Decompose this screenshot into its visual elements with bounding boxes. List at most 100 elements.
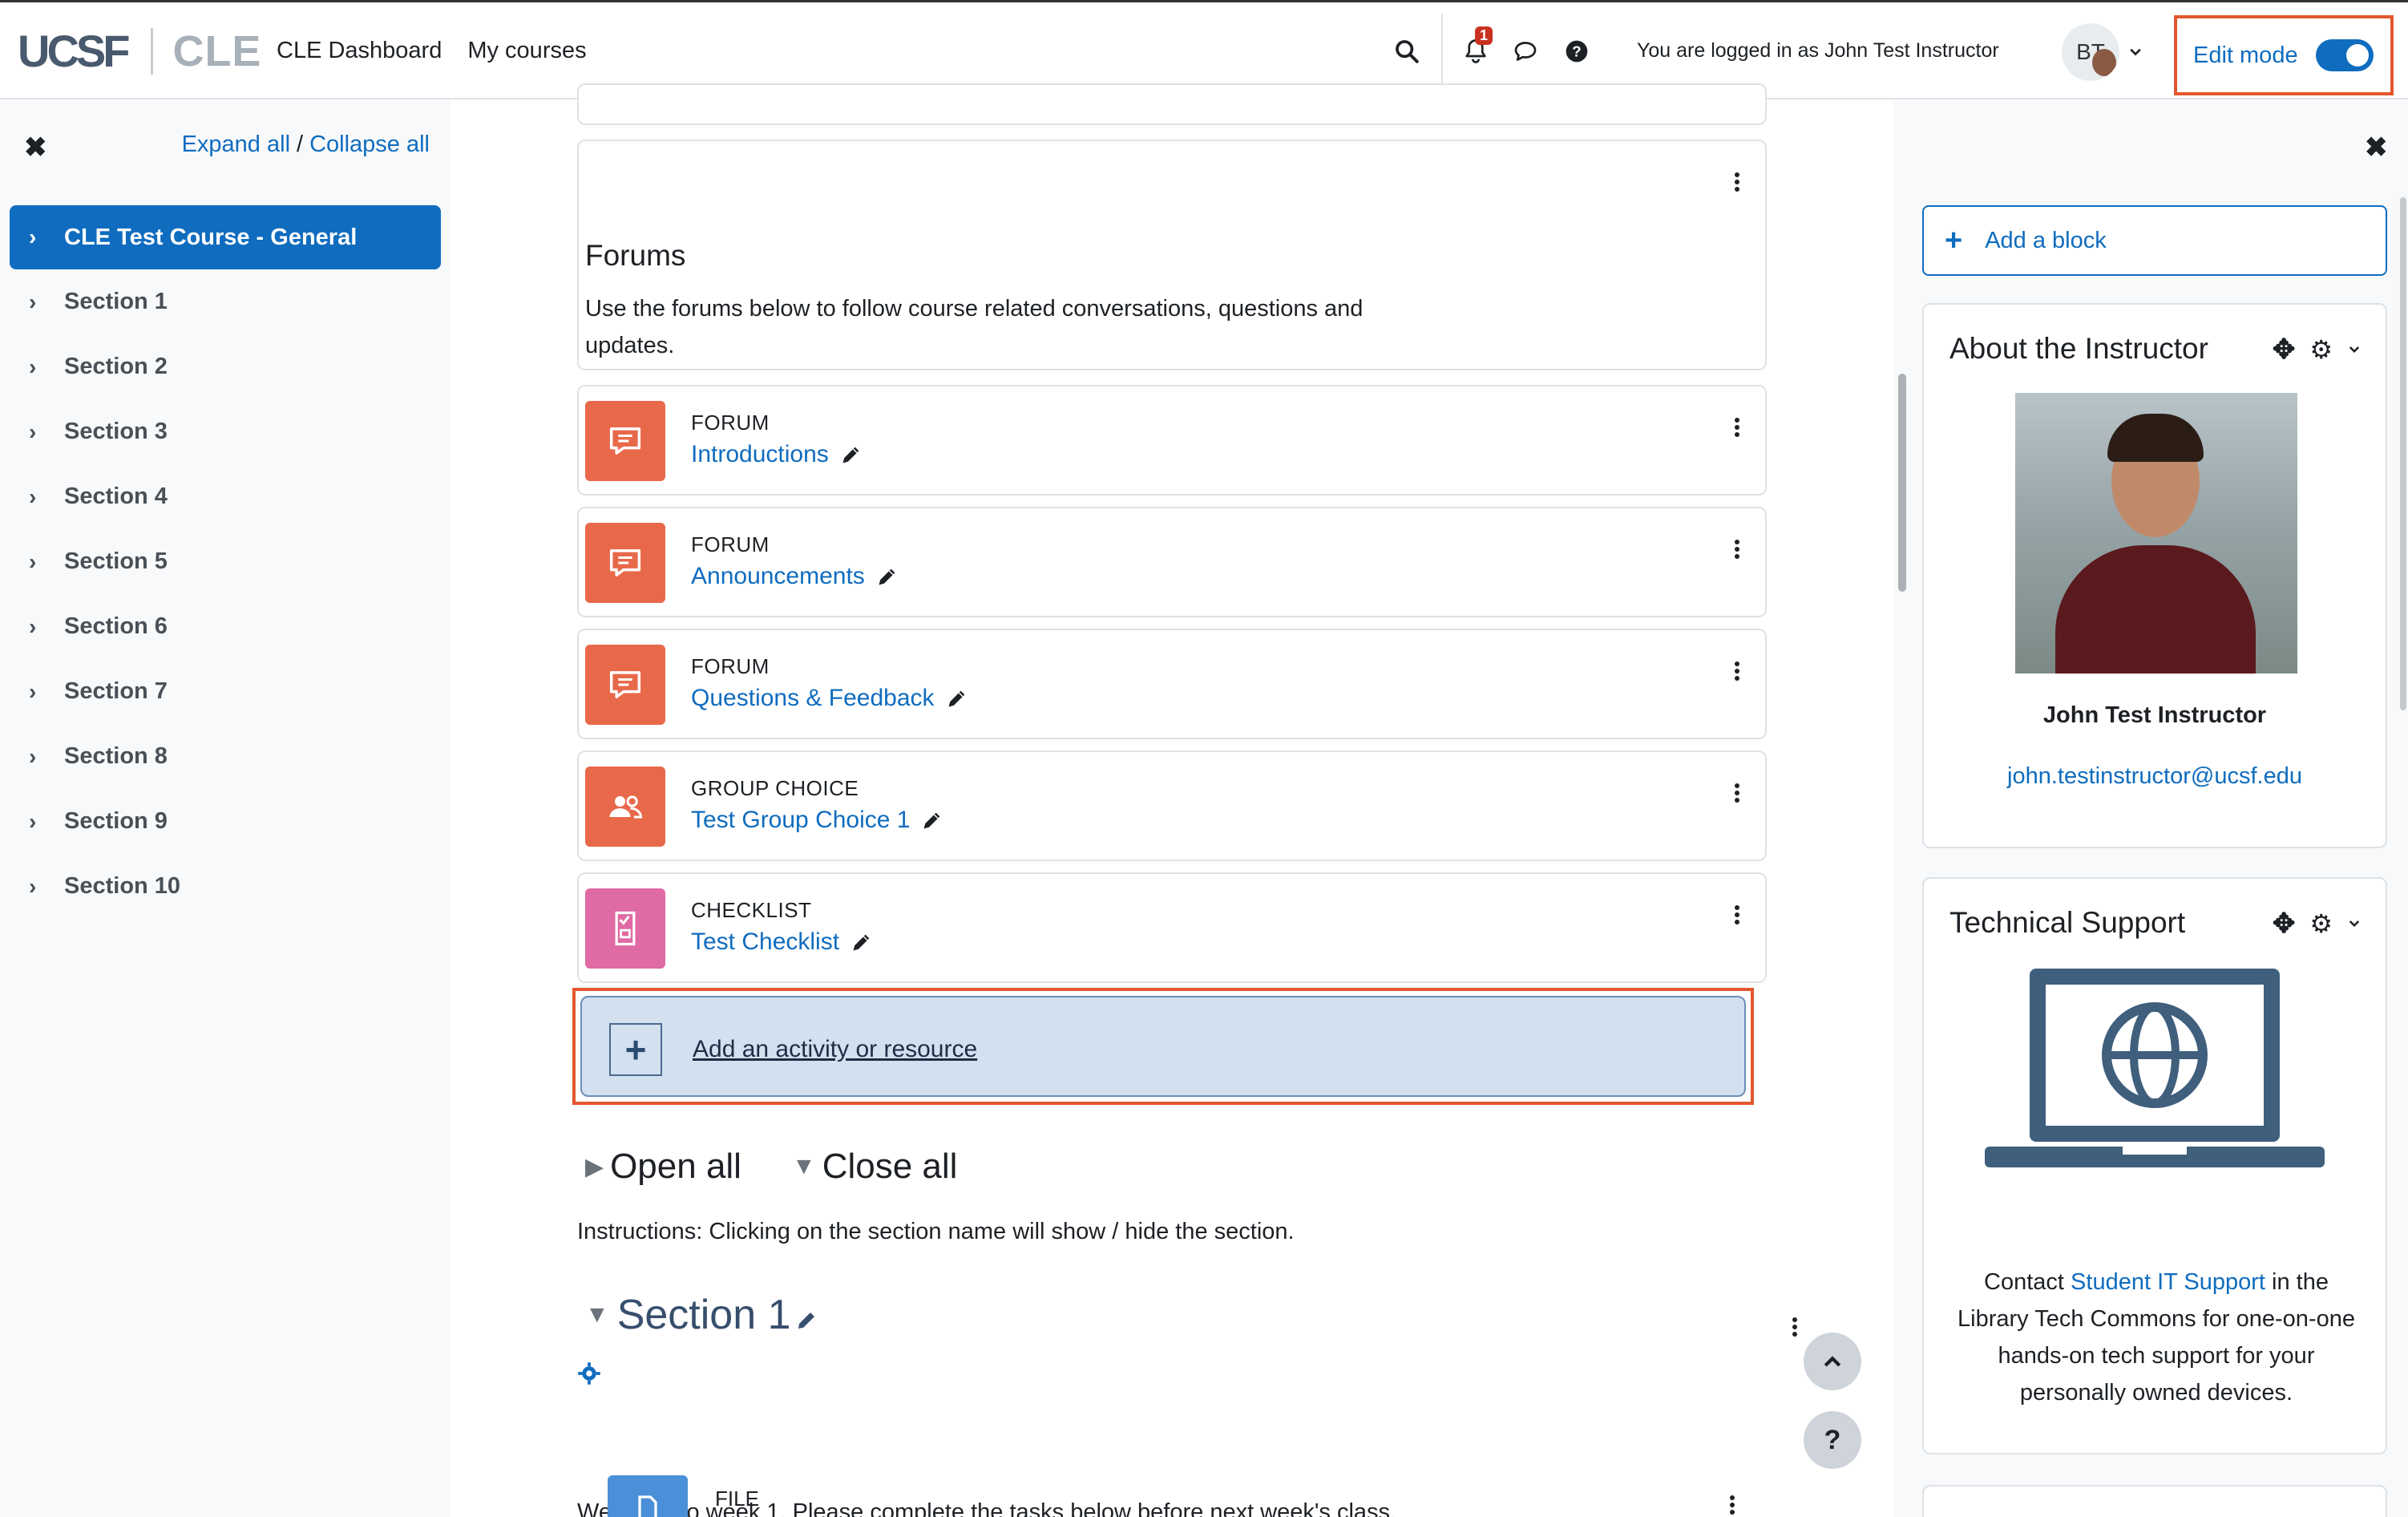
course-index-item-label: Section 7 [64, 678, 168, 704]
activity-actions-icon[interactable] [1733, 903, 1741, 927]
chevron-right-icon: › [29, 808, 37, 834]
course-index-item[interactable]: › Section 2 [10, 334, 441, 399]
file-icon [608, 1475, 688, 1517]
technical-support-block: Technical Support ✥ ⚙ Contact Student IT… [1922, 877, 2387, 1454]
add-block-button[interactable]: + Add a block [1922, 205, 2387, 276]
help-button[interactable]: ? [1804, 1411, 1861, 1469]
chevron-right-icon: › [29, 289, 37, 314]
activity-actions-icon[interactable] [1733, 537, 1741, 561]
course-index-item[interactable]: › Section 10 [10, 854, 441, 919]
logo-separator [151, 27, 154, 75]
activity-link[interactable]: Test Group Choice 1 [691, 807, 910, 834]
open-all-button[interactable]: ▶ Open all [585, 1147, 741, 1187]
activity-card: FORUM Announcements [577, 507, 1767, 617]
chevron-down-icon[interactable] [2347, 342, 2362, 357]
block-controls: ✥ ⚙ [2273, 908, 2362, 940]
course-index-item[interactable]: › Section 8 [10, 724, 441, 789]
course-index-item[interactable]: › Section 4 [10, 464, 441, 529]
course-index-item-label: Section 1 [64, 289, 168, 314]
course-index-item-label: CLE Test Course - General [64, 224, 358, 250]
edit-pencil-icon[interactable] [840, 443, 863, 466]
chevron-right-icon: › [29, 483, 37, 509]
course-index-item-label: Section 2 [64, 354, 168, 379]
chevron-down-icon[interactable] [2347, 916, 2362, 931]
support-text-before: Contact [1984, 1269, 2071, 1295]
logo-ucsf: UCSF [18, 26, 130, 76]
user-menu[interactable]: BT [2062, 23, 2143, 81]
activity-type: FORUM [691, 654, 770, 678]
activity-actions-icon[interactable] [1733, 415, 1741, 439]
gear-icon[interactable]: ⚙ [2309, 908, 2333, 939]
edit-pencil-icon[interactable] [850, 931, 873, 953]
activity-actions-icon[interactable] [1733, 781, 1741, 805]
notifications-bell-icon[interactable]: 1 [1457, 26, 1494, 70]
course-index-drawer: ✖ Expand all / Collapse all › CLE Test Cour… [0, 99, 450, 1517]
forum-icon [585, 645, 665, 725]
course-index-item-label: Section 8 [64, 743, 168, 769]
edit-pencil-icon[interactable] [946, 687, 968, 710]
course-index-item[interactable]: › Section 1 [10, 269, 441, 334]
edit-mode-toggle[interactable]: Edit mode [2174, 15, 2394, 95]
add-activity-or-resource-button[interactable]: + Add an activity or resource [580, 996, 1746, 1097]
activity-name-row: Announcements [691, 563, 899, 590]
nav-my-courses[interactable]: My courses [467, 38, 586, 64]
close-block-drawer-icon[interactable]: ✖ [2365, 131, 2388, 164]
activity-link[interactable]: Announcements [691, 563, 865, 590]
messages-bubble-icon[interactable] [1507, 33, 1544, 70]
edit-pencil-icon[interactable] [921, 809, 943, 831]
section-collapse-triangle-icon: ▼ [585, 1301, 609, 1328]
activity-type: CHECKLIST [691, 898, 812, 922]
site-logo[interactable]: UCSF CLE [18, 25, 261, 77]
expand-all-link[interactable]: Expand all [182, 131, 290, 157]
block-controls: ✥ ⚙ [2273, 334, 2362, 366]
expand-collapse-links: Expand all / Collapse all [182, 131, 430, 158]
back-to-top-button[interactable] [1804, 1333, 1861, 1390]
instructor-name: John Test Instructor [2042, 702, 2267, 728]
activity-link[interactable]: Introductions [691, 441, 829, 468]
course-index-item[interactable]: › Section 9 [10, 789, 441, 854]
main-scrollbar[interactable] [1898, 374, 1906, 592]
chevron-up-icon [1824, 1356, 1841, 1367]
edit-pencil-icon[interactable] [794, 1309, 818, 1333]
chevron-right-icon: › [29, 225, 37, 249]
activity-actions-icon[interactable] [1733, 659, 1741, 683]
help-circle-icon[interactable]: ? [1558, 33, 1595, 70]
forums-intro-title: Forums [585, 239, 686, 272]
nav-cle-dashboard[interactable]: CLE Dashboard [277, 38, 442, 64]
course-index-item-label: Section 4 [64, 483, 168, 509]
close-all-button[interactable]: ▼ Close all [792, 1147, 957, 1187]
gear-icon[interactable] [577, 1361, 601, 1386]
forums-intro-actions-icon[interactable] [1733, 170, 1741, 194]
checklist-icon [585, 888, 665, 969]
student-it-support-link[interactable]: Student IT Support [2071, 1269, 2265, 1295]
course-index-item[interactable]: › Section 7 [10, 659, 441, 724]
chevron-right-icon: › [29, 613, 37, 639]
activity-name-row: Introductions [691, 441, 863, 468]
section-1-actions-icon[interactable] [1791, 1315, 1799, 1339]
gear-icon[interactable]: ⚙ [2309, 334, 2333, 365]
activity-card: FORUM Introductions [577, 385, 1767, 496]
file-activity-actions-icon[interactable] [1728, 1493, 1736, 1517]
course-index-item-label: Section 3 [64, 419, 168, 444]
previous-section-card [577, 83, 1767, 125]
move-icon[interactable]: ✥ [2273, 908, 2296, 940]
activity-link[interactable]: Questions & Feedback [691, 685, 935, 712]
section-1-header[interactable]: ▼ Section 1 [585, 1291, 818, 1339]
course-index-item[interactable]: › CLE Test Course - General [10, 205, 441, 269]
close-course-index-icon[interactable]: ✖ [24, 131, 47, 164]
svg-text:?: ? [1572, 43, 1581, 60]
activity-link[interactable]: Test Checklist [691, 928, 839, 956]
move-icon[interactable]: ✥ [2273, 334, 2296, 366]
edit-mode-switch[interactable] [2315, 39, 2374, 71]
group-icon [585, 767, 665, 847]
edit-pencil-icon[interactable] [876, 565, 899, 588]
edit-mode-label: Edit mode [2193, 42, 2298, 68]
collapse-all-link[interactable]: Collapse all [309, 131, 430, 157]
instructor-email-link[interactable]: john.testinstructor@ucsf.edu [2007, 763, 2302, 789]
course-index-item[interactable]: › Section 5 [10, 529, 441, 594]
course-index-item[interactable]: › Section 6 [10, 594, 441, 659]
block-drawer-scrollbar[interactable] [2400, 197, 2406, 710]
course-index-item[interactable]: › Section 3 [10, 399, 441, 464]
plus-icon: + [609, 1023, 662, 1076]
search-icon[interactable] [1388, 33, 1425, 70]
